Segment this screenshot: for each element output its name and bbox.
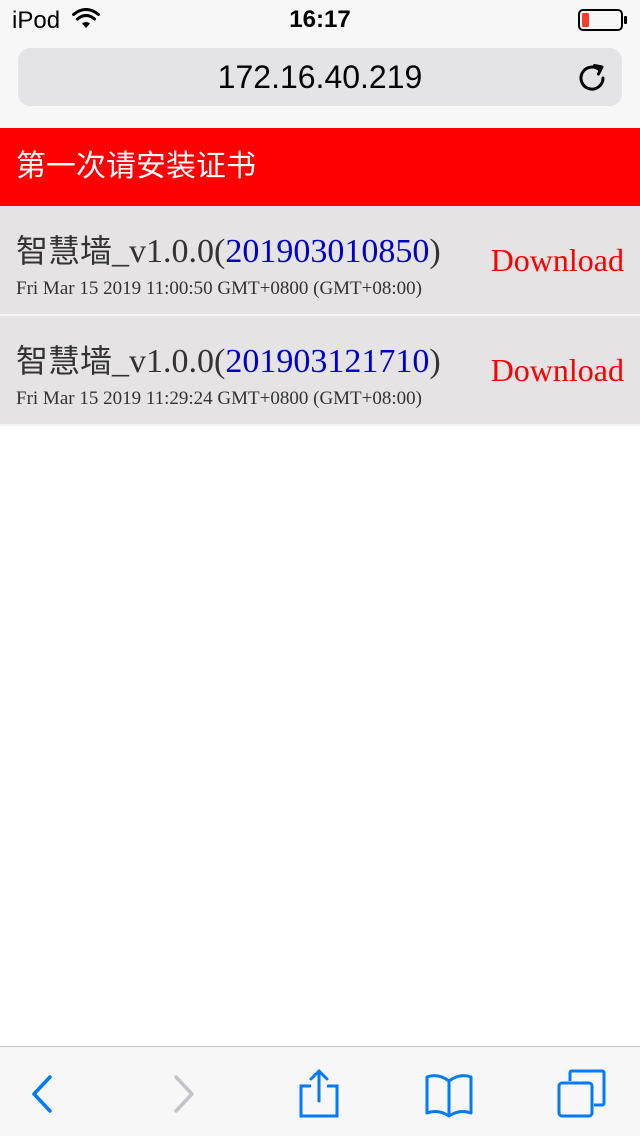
title-close: ) (429, 343, 441, 380)
app-name: 智慧墙 (16, 232, 113, 270)
item-date: Fri Mar 15 2019 11:00:50 GMT+0800 (GMT+0… (16, 278, 422, 299)
build-number: 201903121710 (225, 343, 430, 380)
browser-toolbar (0, 1046, 640, 1136)
share-icon[interactable] (294, 1069, 344, 1119)
download-link[interactable]: Download (491, 352, 624, 389)
forward-icon[interactable] (158, 1069, 208, 1119)
list-item: 智慧墙_v1.0.0(201903010850) Fri Mar 15 2019… (0, 206, 640, 316)
item-date: Fri Mar 15 2019 11:29:24 GMT+0800 (GMT+0… (16, 388, 422, 409)
app-name: 智慧墙 (16, 342, 113, 380)
certificate-banner[interactable]: 第一次请安装证书 (0, 128, 640, 206)
status-bar: iPod 16:17 (0, 0, 640, 40)
item-title: 智慧墙_v1.0.0(201903121710) (16, 340, 441, 383)
reload-icon[interactable] (576, 61, 608, 93)
clock: 16:17 (289, 6, 351, 33)
bookmarks-icon[interactable] (424, 1069, 474, 1119)
browser-header: iPod 16:17 172.16.40.219 (0, 0, 640, 128)
address-bar[interactable]: 172.16.40.219 (18, 48, 622, 106)
battery-icon (578, 9, 627, 31)
tabs-icon[interactable] (556, 1069, 606, 1119)
banner-text[interactable]: 第一次请安装证书 (16, 128, 256, 206)
build-number: 201903010850 (225, 233, 430, 270)
app-version: _v1.0.0( (112, 343, 226, 380)
item-title: 智慧墙_v1.0.0(201903010850) (16, 230, 441, 273)
url-text[interactable]: 172.16.40.219 (18, 48, 622, 106)
back-icon[interactable] (18, 1069, 68, 1119)
download-link[interactable]: Download (491, 242, 624, 279)
list-item: 智慧墙_v1.0.0(201903121710) Fri Mar 15 2019… (0, 316, 640, 426)
title-close: ) (429, 233, 441, 270)
app-version: _v1.0.0( (112, 233, 226, 270)
